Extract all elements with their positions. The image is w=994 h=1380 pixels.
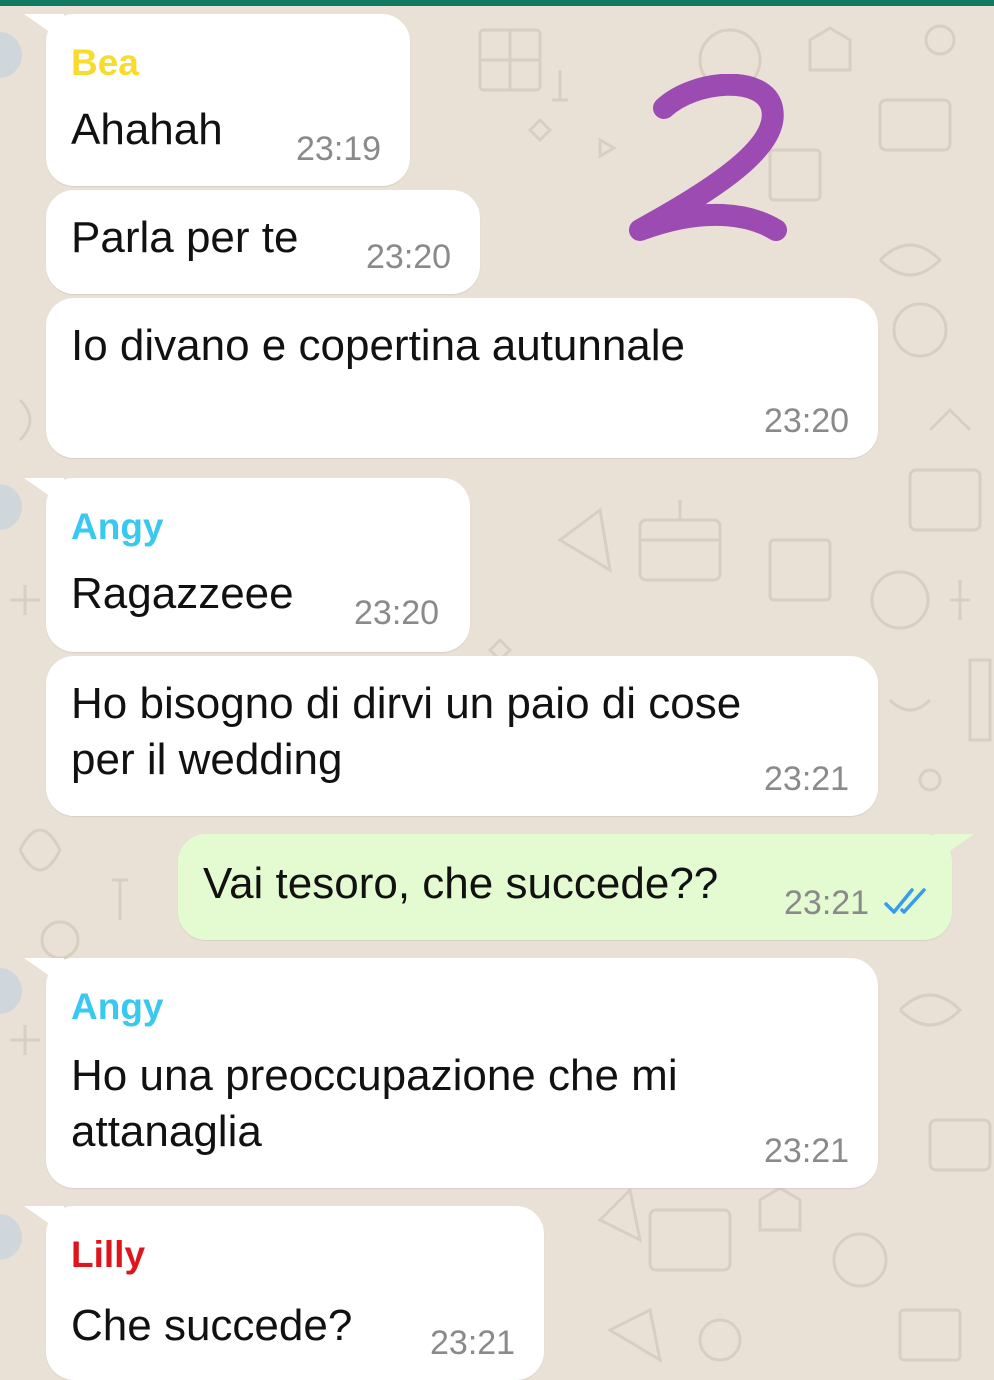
message-bubble-incoming[interactable]: Angy Ho una preoccupazione che mi attana… [24,958,878,1188]
sender-name[interactable]: Lilly [71,1234,145,1276]
message-text-line-1: Ho bisogno di dirvi un paio di cose [71,679,742,728]
sender-name[interactable]: Angy [71,986,164,1028]
message-bubble-incoming[interactable]: Ho bisogno di dirvi un paio di cose per … [46,656,878,816]
message-time: 23:19 [296,130,382,168]
message-bubble-incoming[interactable]: Lilly Che succede? 23:21 [24,1206,544,1380]
double-check-icon [884,888,926,914]
message-text: Io divano e copertina autunnale [71,321,686,370]
message-bubble-incoming[interactable]: Io divano e copertina autunnale 23:20 [46,298,878,458]
sender-name[interactable]: Angy [71,506,164,548]
sender-name[interactable]: Bea [71,42,139,84]
message-time: 23:21 [784,884,870,922]
bubble-tail [24,958,64,986]
bubble-tail [934,834,974,862]
message-bubble-incoming[interactable]: Bea Ahahah 23:19 [24,14,410,186]
message-time: 23:21 [764,760,850,798]
message-text: Parla per te [71,213,299,262]
message-text: Vai tesoro, che succede?? [203,859,719,908]
message-text: Ragazzeee [71,569,294,618]
message-text-line-2: attanaglia [71,1107,262,1156]
bubble-tail [24,1206,64,1234]
message-bubble-incoming[interactable]: Parla per te 23:20 [46,190,480,294]
message-bubble-incoming[interactable]: Angy Ragazzeee 23:20 [24,478,470,652]
message-bubble-outgoing[interactable]: Vai tesoro, che succede?? 23:21 [178,834,974,940]
message-time: 23:20 [764,402,850,440]
message-text: Ahahah [71,105,223,154]
message-text-line-1: Ho una preoccupazione che mi [71,1051,678,1100]
message-text: Che succede? [71,1301,353,1350]
message-time: 23:21 [430,1324,516,1362]
message-time: 23:21 [764,1132,850,1170]
bubble-tail [24,14,64,42]
handwritten-two-annotation [629,74,787,241]
message-text-line-2: per il wedding [71,735,343,784]
bubble-tail [24,478,64,506]
message-time: 23:20 [366,238,452,276]
message-time: 23:20 [354,594,440,632]
